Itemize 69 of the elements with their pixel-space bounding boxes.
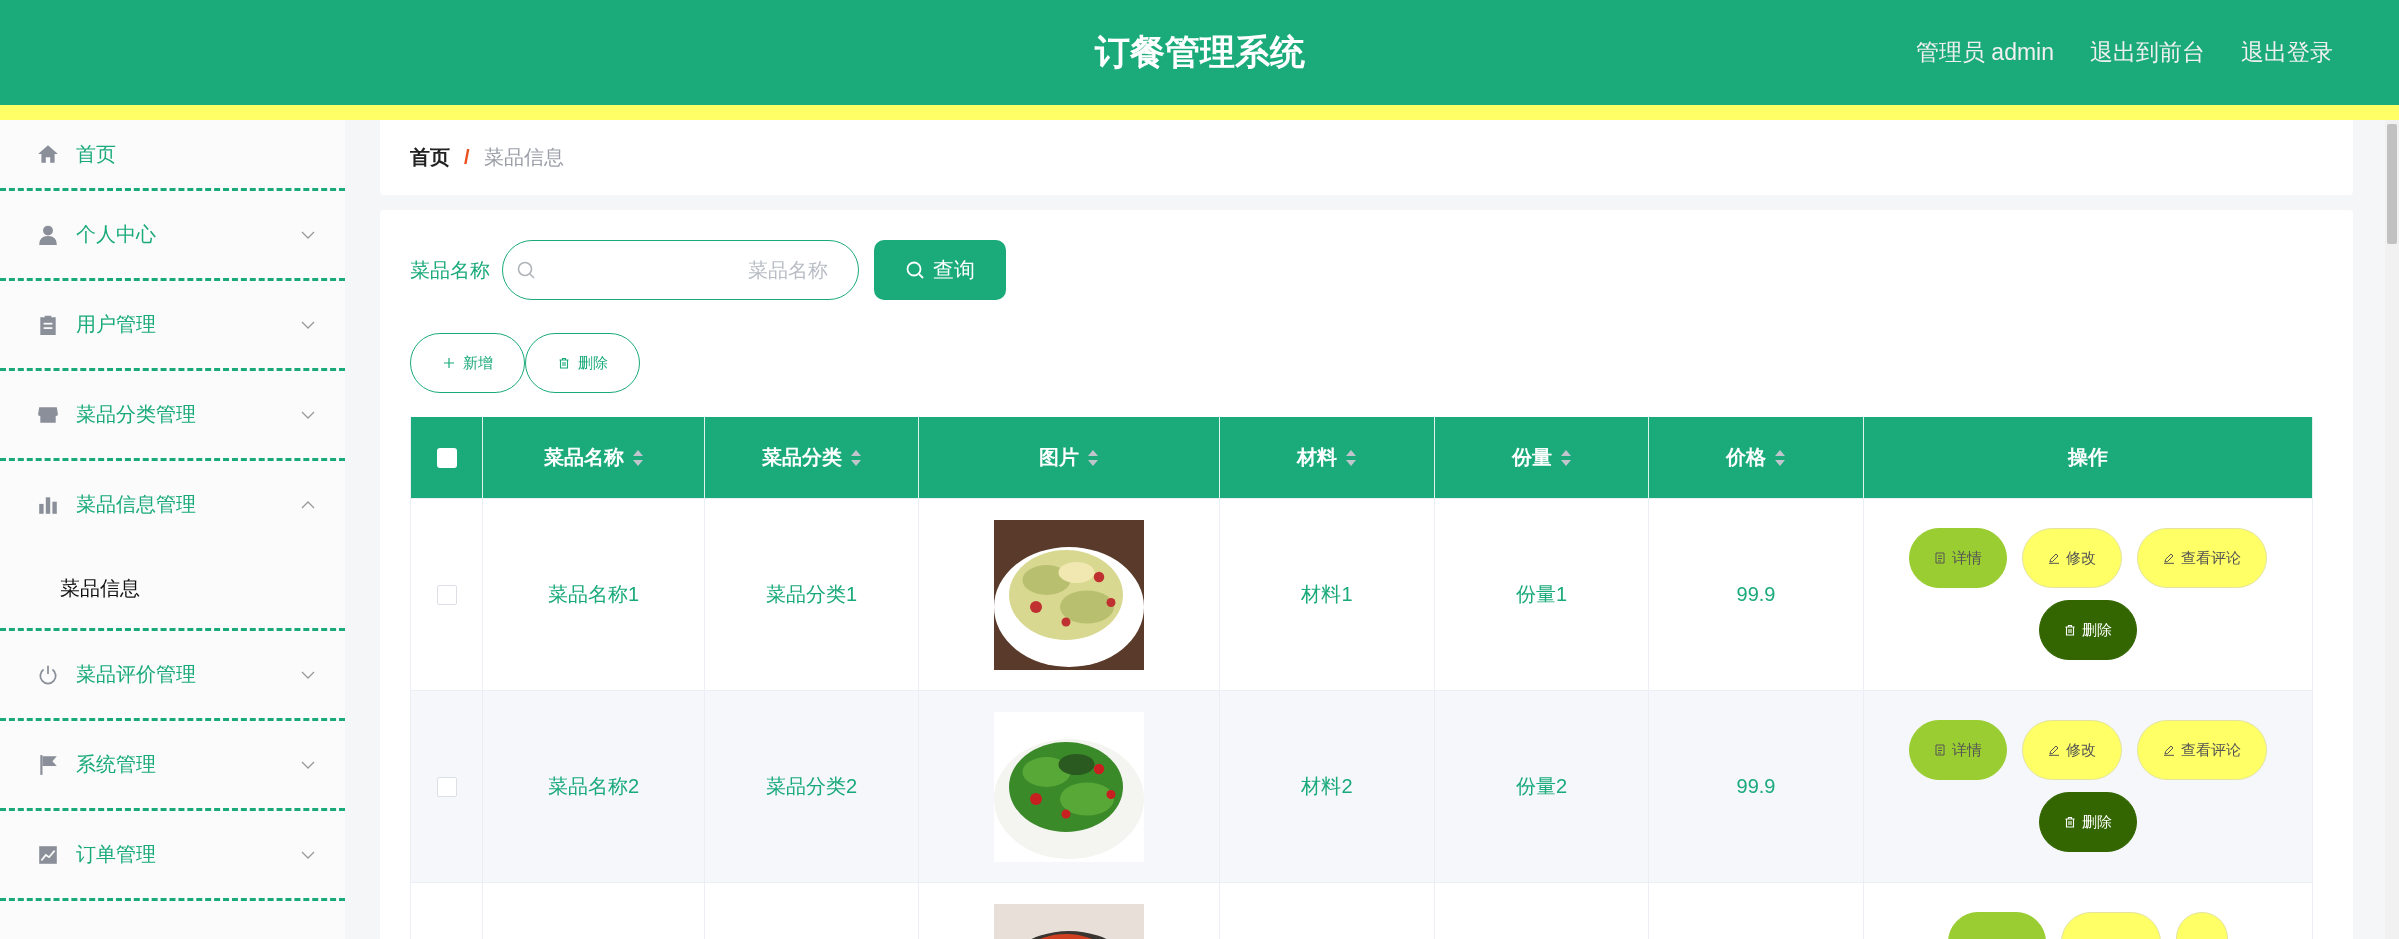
sidebar-item[interactable]: 用户管理: [0, 281, 345, 368]
detail-button[interactable]: 详情: [1909, 528, 2007, 588]
document-icon: [1934, 744, 1946, 756]
home-icon: [37, 143, 59, 165]
sidebar-item[interactable]: 个人中心: [0, 191, 345, 278]
row-checkbox[interactable]: [436, 776, 457, 797]
edit-button[interactable]: 修改: [2022, 720, 2122, 780]
sidebar-item[interactable]: 菜品信息管理: [0, 461, 345, 548]
power-icon: [37, 663, 59, 686]
plus-icon: [442, 357, 455, 369]
person-icon: [37, 223, 59, 246]
pencil-icon: [2163, 552, 2175, 564]
trash-icon: [2064, 624, 2076, 636]
sidebar-item[interactable]: 系统管理: [0, 721, 345, 808]
table-cell-text: 菜品名称1: [547, 582, 640, 607]
search-label: 菜品名称: [410, 257, 490, 283]
sidebar-label: 菜品评价管理: [76, 662, 197, 687]
line-chart-icon: [37, 843, 59, 866]
sidebar-label: 首页: [76, 141, 117, 167]
table-cell-text: 菜品分类1: [765, 582, 858, 607]
sidebar-item[interactable]: 首页: [0, 120, 345, 188]
trash-icon: [2064, 816, 2076, 828]
row-checkbox[interactable]: [436, 584, 457, 605]
sidebar-label: 菜品信息管理: [76, 492, 197, 517]
document-icon: [1934, 552, 1946, 564]
sidebar-label: 菜品分类管理: [76, 402, 197, 427]
sidebar-item[interactable]: 菜品分类管理: [0, 371, 345, 458]
table-cell-text: 份量1: [1515, 582, 1568, 607]
app-title: 订餐管理系统: [1094, 31, 1305, 73]
search-icon: [516, 260, 536, 280]
pencil-icon: [2048, 552, 2060, 564]
table-cell: 99.9: [1736, 775, 1776, 798]
breadcrumb-item[interactable]: 首页: [410, 144, 450, 171]
search-icon: [905, 260, 925, 280]
table-cell-text: 材料2: [1301, 774, 1353, 799]
header-link[interactable]: 管理员 admin: [1915, 37, 2054, 68]
sidebar-label: 用户管理: [76, 312, 157, 337]
breadcrumb-separator: /: [464, 146, 470, 169]
breadcrumb-item: 菜品信息: [483, 145, 564, 170]
delete-button[interactable]: 删除: [525, 333, 640, 393]
flag-icon: [37, 753, 59, 776]
add-button[interactable]: 新增: [410, 333, 525, 393]
edit-button[interactable]: 查看评论: [2137, 720, 2267, 780]
table-cell: 99.9: [1736, 583, 1776, 606]
pencil-icon: [2048, 744, 2060, 756]
clipboard-icon: [37, 313, 59, 336]
table-cell-text: 份量2: [1515, 774, 1568, 799]
header-link[interactable]: 退出登录: [2241, 37, 2333, 68]
sidebar-item[interactable]: 订单管理: [0, 811, 345, 898]
header-link[interactable]: 退出到前台: [2090, 37, 2205, 68]
table-cell-text: 菜品分类2: [765, 774, 858, 799]
search-field[interactable]: 菜品名称: [502, 240, 859, 300]
sidebar-item[interactable]: 菜品评价管理: [0, 631, 345, 718]
detail-button[interactable]: 详情: [1909, 720, 2007, 780]
search-button[interactable]: 查询: [874, 240, 1006, 300]
sidebar-label: 系统管理: [76, 752, 157, 777]
table-cell-text: 菜品名称2: [547, 774, 640, 799]
edit-button[interactable]: 查看评论: [2137, 528, 2267, 588]
sidebar-label: 个人中心: [76, 222, 157, 247]
delete-button[interactable]: 删除: [2039, 600, 2137, 660]
select-all-checkbox[interactable]: [436, 447, 457, 468]
sidebar-label: 订单管理: [76, 842, 157, 867]
table-cell-text: 材料1: [1301, 582, 1353, 607]
scrollbar[interactable]: [2385, 120, 2399, 939]
scrollbar-thumb[interactable]: [2387, 124, 2397, 244]
delete-button[interactable]: 删除: [2039, 792, 2137, 852]
edit-button[interactable]: 修改: [2022, 528, 2122, 588]
pencil-icon: [2163, 744, 2175, 756]
trash-icon: [557, 357, 570, 369]
